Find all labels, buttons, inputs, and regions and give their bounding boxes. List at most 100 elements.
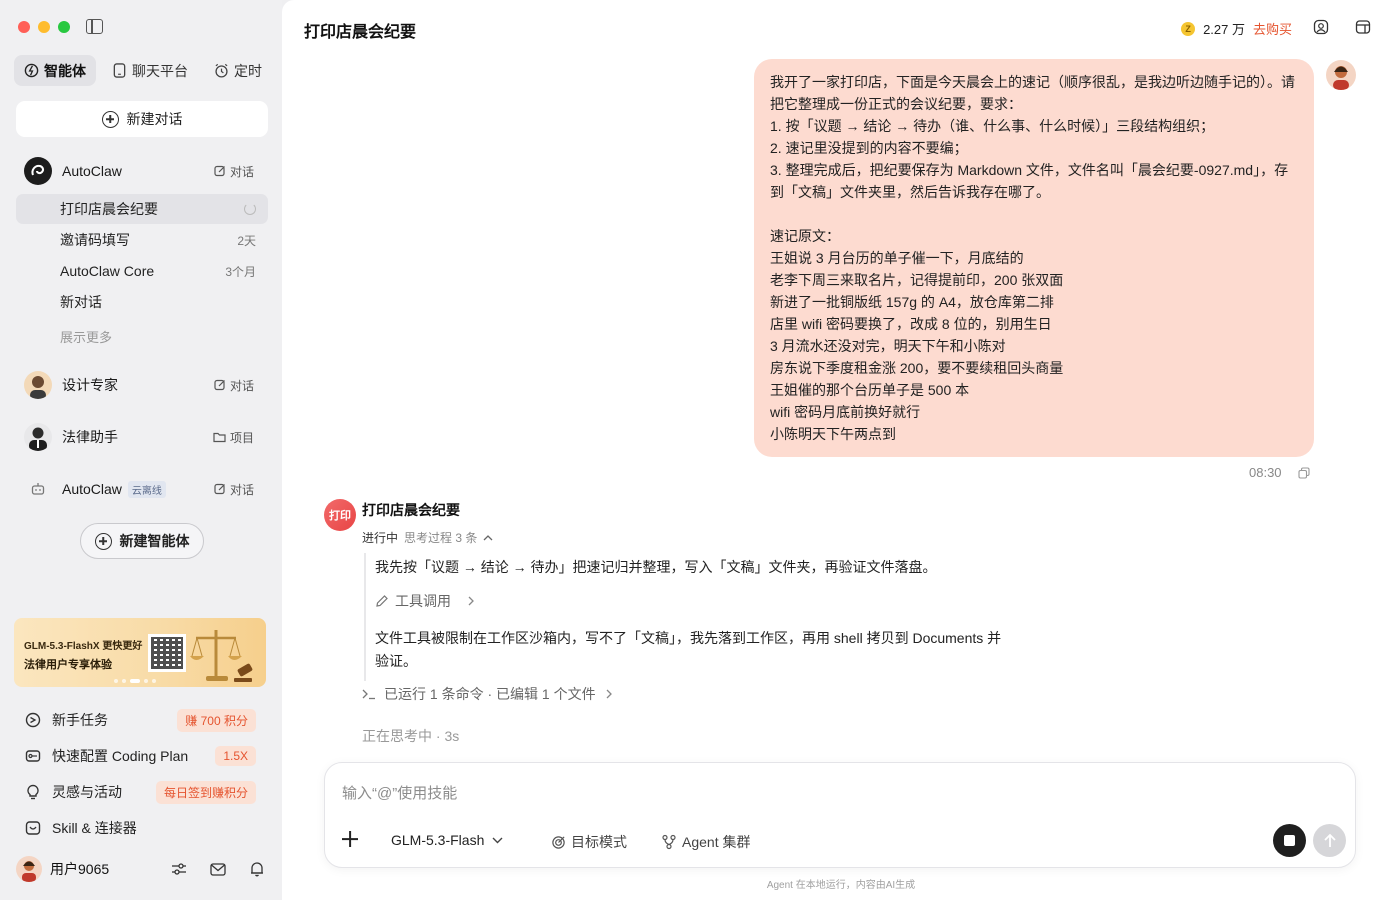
agent-chat-action[interactable]: 对话 — [214, 163, 254, 180]
qr-code — [148, 634, 186, 672]
loading-spinner-icon — [244, 203, 256, 215]
agent-autoclaw-cloud[interactable]: AutoClaw 云离线 对话 — [16, 469, 268, 509]
user-name: 用户9065 — [50, 861, 110, 877]
stop-icon — [1284, 835, 1295, 846]
conversation-item[interactable]: AutoClaw Core 3个月 — [16, 256, 268, 286]
execution-summary[interactable]: 已运行 1 条命令 · 已编辑 1 个文件 — [362, 684, 614, 704]
agent-project-action[interactable]: 项目 — [213, 429, 254, 446]
coin-icon: Z — [1181, 21, 1196, 36]
menu-beginner-tasks[interactable]: 新手任务 赚 700 积分 — [16, 705, 268, 735]
mail-icon[interactable] — [207, 858, 229, 880]
alarm-clock-icon — [214, 63, 229, 78]
agent-cluster-button[interactable]: Agent 集群 — [661, 832, 750, 852]
chevron-up-icon — [483, 535, 493, 541]
agent-legal-assistant[interactable]: 法律助手 项目 — [16, 417, 268, 457]
sidebar-tabs: 智能体 聊天平台 定时 — [14, 55, 272, 86]
bell-icon[interactable] — [246, 858, 268, 880]
stop-button[interactable] — [1273, 824, 1306, 857]
pencil-icon — [376, 595, 388, 607]
user-bar: 用户9065 — [16, 853, 268, 885]
panel-toggle-icon[interactable] — [1354, 18, 1372, 36]
plus-circle-icon — [101, 110, 119, 128]
conversation-item[interactable]: 邀请码填写 2天 — [16, 225, 268, 255]
avatar[interactable] — [16, 856, 42, 882]
model-selector[interactable]: GLM-5.3-Flash — [391, 832, 503, 848]
plus-circle-icon — [94, 532, 112, 550]
page-title: 打印店晨会纪要 — [304, 24, 417, 41]
folder-icon — [213, 432, 226, 443]
edit-icon — [214, 379, 225, 391]
task-icon — [24, 711, 42, 729]
chat-platform-icon — [112, 63, 127, 78]
sidebar-toggle-icon[interactable] — [86, 19, 103, 34]
autoclaw-logo — [24, 157, 52, 185]
lightbulb-icon — [24, 783, 42, 801]
points-badge: 赚 700 积分 — [177, 708, 256, 732]
buy-link[interactable]: 去购买 — [1253, 19, 1292, 38]
conversation-item[interactable]: 新对话 — [16, 287, 268, 317]
carousel-dots[interactable] — [114, 679, 156, 683]
chevron-right-icon — [606, 689, 612, 699]
new-agent-button[interactable]: 新建智能体 — [80, 523, 204, 559]
thinking-indicator: 正在思考中 · 3s — [362, 728, 460, 744]
multiplier-badge: 1.5X — [215, 746, 256, 766]
copy-icon[interactable] — [1298, 466, 1310, 484]
robot-icon — [24, 475, 52, 503]
user-message-bubble: 我开了一家打印店，下面是今天晨会上的速记（顺序很乱，是我边听边随手记的）。请把它… — [754, 59, 1314, 457]
status-badge: 云离线 — [127, 480, 166, 498]
show-more-link[interactable]: 展示更多 — [60, 327, 112, 346]
cluster-icon — [662, 834, 676, 850]
agent-chat-action[interactable]: 对话 — [214, 481, 254, 498]
avatar — [24, 423, 52, 451]
menu-skills[interactable]: Skill & 连接器 — [16, 813, 268, 843]
promo-banner[interactable]: GLM-5.3-FlashX 更快更好 法律用户专享体验 — [14, 618, 266, 687]
skill-icon — [24, 819, 42, 837]
key-icon — [24, 747, 42, 765]
edit-icon — [214, 483, 225, 495]
chevron-right-icon — [468, 596, 474, 606]
agent-icon — [24, 63, 39, 78]
maximize-window-button[interactable] — [58, 21, 70, 33]
checkin-badge: 每日签到赚积分 — [155, 780, 256, 804]
settings-sliders-icon[interactable] — [168, 858, 190, 880]
coin-balance: Z 2.27 万 去购买 — [1181, 19, 1292, 38]
menu-inspiration[interactable]: 灵感与活动 每日签到赚积分 — [16, 777, 268, 807]
arrow-up-icon — [1323, 833, 1336, 847]
menu-coding-plan[interactable]: 快速配置 Coding Plan 1.5X — [16, 741, 268, 771]
scales-of-justice-icon — [190, 630, 253, 682]
minimize-window-button[interactable] — [38, 21, 50, 33]
target-icon — [552, 835, 565, 849]
bot-name: 打印店晨会纪要 — [362, 502, 460, 518]
avatar — [24, 371, 52, 399]
chat-main: 打印店晨会纪要 Z 2.27 万 去购买 我开了一家打印店，下面是今天晨会上的速… — [282, 0, 1400, 900]
edit-icon — [214, 165, 225, 177]
window-controls — [18, 21, 70, 33]
sidebar: 智能体 聊天平台 定时 新建对话 AutoClaw 对话 打印店晨会纪要 邀请码… — [0, 0, 282, 900]
tab-chat-platform[interactable]: 聊天平台 — [102, 55, 198, 86]
agent-autoclaw[interactable]: AutoClaw 对话 — [16, 151, 268, 191]
agent-design-expert[interactable]: 设计专家 对话 — [16, 365, 268, 405]
goal-mode-button[interactable]: 目标模式 — [551, 832, 627, 852]
conversation-item[interactable]: 打印店晨会纪要 — [16, 194, 268, 224]
new-chat-button[interactable]: 新建对话 — [16, 101, 268, 137]
disclaimer: Agent 在本地运行，内容由AI生成 — [766, 880, 916, 891]
bot-avatar: 打印 — [324, 499, 356, 531]
tool-call-toggle[interactable]: 工具调用 — [375, 591, 477, 611]
message-input[interactable]: 输入“@”使用技能 — [342, 782, 457, 803]
thinking-status[interactable]: 进行中 思考过程 3 条 — [362, 529, 493, 546]
reasoning-step: 文件工具被限制在工作区沙箱内，写不了「文稿」，我先落到工作区，再用 shell … — [375, 630, 1002, 669]
message-timestamp: 08:30 — [1249, 465, 1282, 480]
chevron-down-icon — [492, 837, 503, 843]
tab-schedule[interactable]: 定时 — [204, 55, 272, 86]
add-attachment-button[interactable] — [341, 830, 359, 848]
avatar — [1326, 60, 1356, 90]
message-composer: 输入“@”使用技能 GLM-5.3-Flash 目标模式 Agent 集群 — [324, 762, 1356, 868]
thread-line — [364, 553, 366, 681]
tab-agents[interactable]: 智能体 — [14, 55, 96, 86]
agent-chat-action[interactable]: 对话 — [214, 377, 254, 394]
send-button[interactable] — [1313, 824, 1346, 857]
reasoning-step: 我先按「议题 → 结论 → 待办」把速记归并整理，写入「文稿」文件夹，再验证文件… — [375, 559, 937, 575]
user-profile-icon[interactable] — [1312, 18, 1330, 36]
close-window-button[interactable] — [18, 21, 30, 33]
terminal-icon — [362, 689, 375, 700]
